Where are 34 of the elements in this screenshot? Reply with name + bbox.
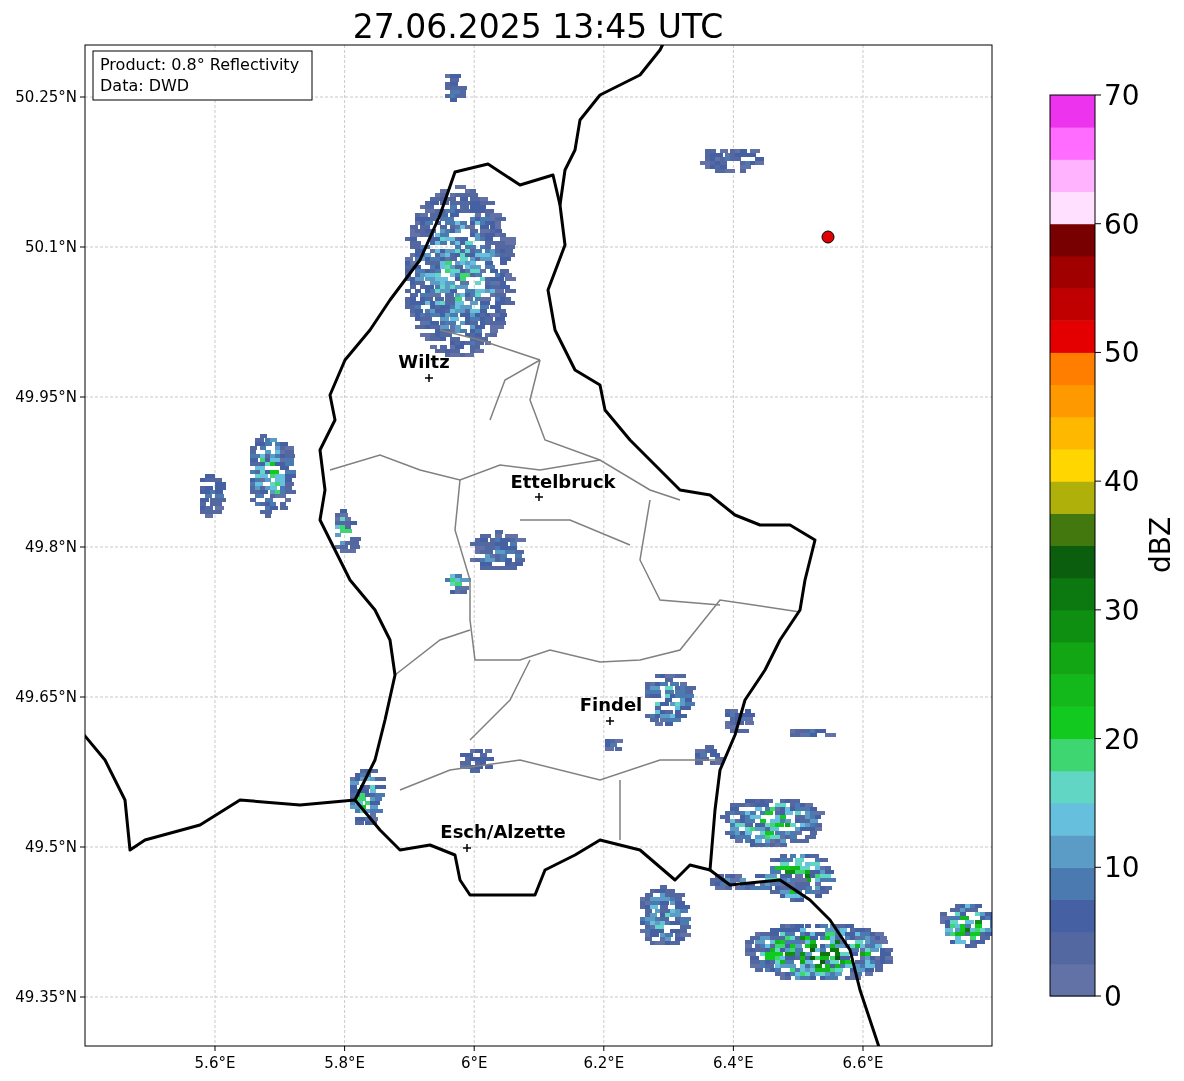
axis-tick-label: 49.95°N — [15, 388, 77, 406]
colorbar-tick-label: 70 — [1104, 79, 1140, 112]
city-marker-icon — [424, 373, 434, 383]
axis-tick-label: 49.8°N — [24, 538, 77, 556]
axis-tick-label: 5.6°E — [194, 1054, 236, 1072]
axis-tick-label: 6°E — [460, 1054, 488, 1072]
colorbar-tick-label: 60 — [1104, 207, 1140, 241]
axis-tick-label: 6.2°E — [583, 1054, 625, 1072]
location-marker — [821, 230, 835, 244]
city-label: Wiltz — [398, 351, 450, 372]
axis-tick-label: 6.6°E — [842, 1054, 884, 1072]
city-label: Esch/Alzette — [440, 821, 566, 842]
figure-title: 27.06.2025 13:45 UTC — [352, 7, 724, 46]
colorbar-tick-label: 20 — [1104, 722, 1140, 756]
colorbar-tick-label: 50 — [1104, 336, 1140, 370]
city-marker-icon — [605, 716, 615, 726]
axis-tick-label: 50.1°N — [24, 238, 77, 256]
colorbar-tick-label: 0 — [1104, 980, 1122, 1013]
colorbar-label: dBZ — [1144, 516, 1177, 574]
colorbar-tick-label: 40 — [1104, 465, 1140, 499]
axis-tick-label: 49.35°N — [15, 988, 77, 1006]
axis-tick-label: 6.4°E — [713, 1054, 754, 1072]
colorbar-tick-label: 10 — [1104, 851, 1140, 885]
city-label: Ettelbruck — [510, 471, 616, 492]
info-text: Product: 0.8° Reflectivity — [100, 55, 300, 74]
city-label: Findel — [579, 694, 643, 715]
axis-tick-label: 49.65°N — [15, 688, 77, 706]
axis-tick-label: 50.25°N — [15, 88, 77, 106]
axis-tick-label: 5.8°E — [324, 1054, 365, 1072]
info-text: Data: DWD — [100, 76, 190, 95]
axis-tick-label: 49.5°N — [24, 838, 77, 856]
city-marker-icon — [534, 492, 544, 502]
city-marker-icon — [462, 843, 472, 853]
colorbar-tick-label: 30 — [1104, 593, 1140, 627]
